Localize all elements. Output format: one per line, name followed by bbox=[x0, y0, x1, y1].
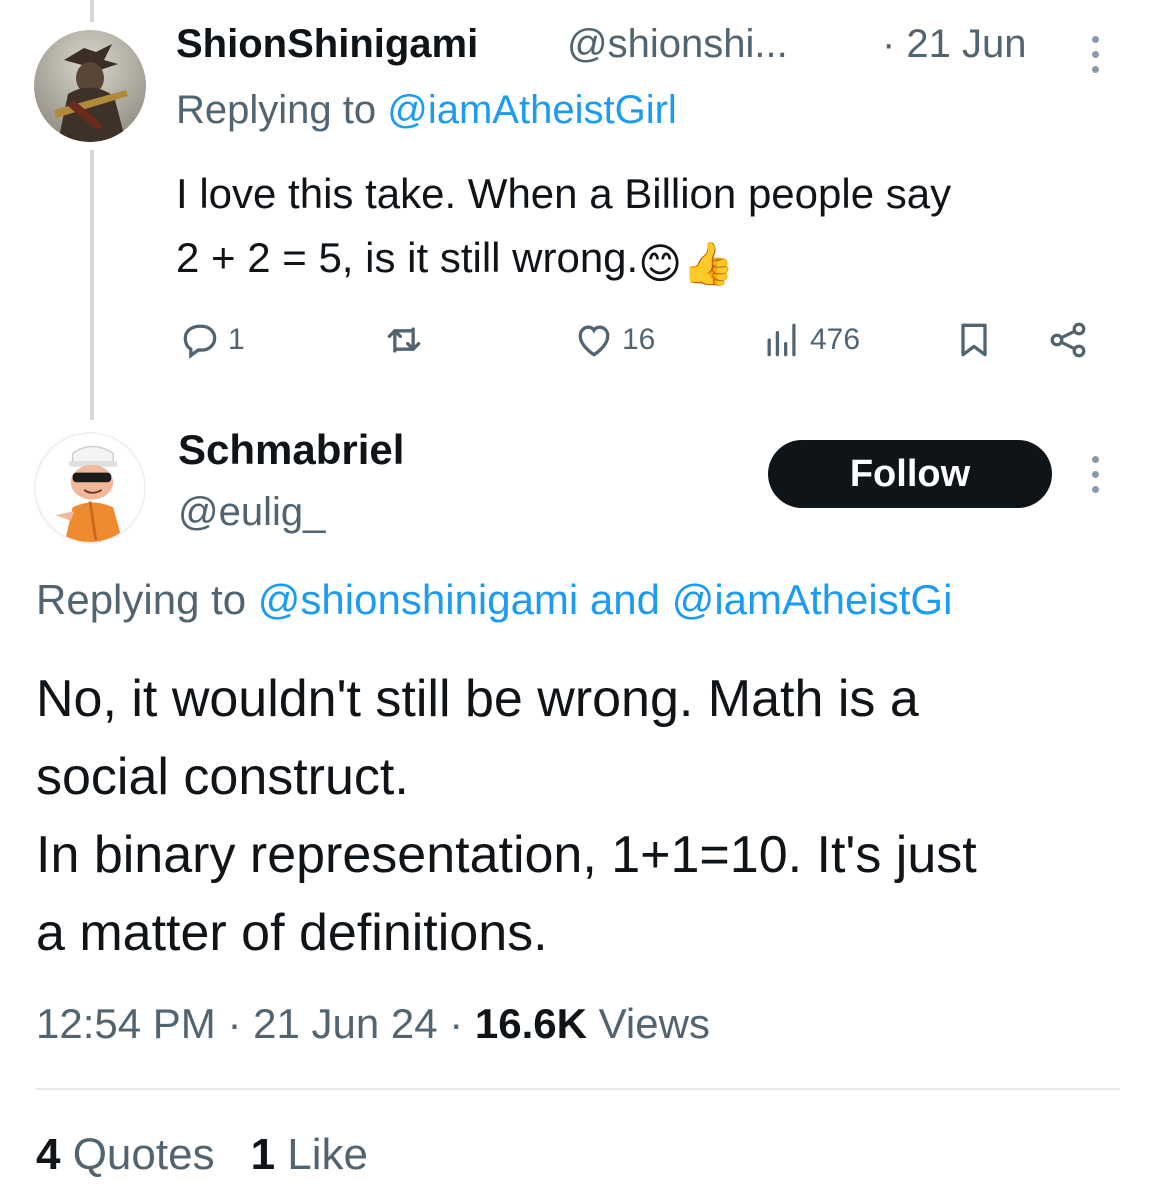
thread-line bbox=[90, 150, 94, 420]
mention-link[interactable]: @iamAtheistGi bbox=[672, 576, 953, 623]
follow-button[interactable]: Follow bbox=[768, 440, 1052, 508]
tweet-text: No, it wouldn't still be wrong. Math is … bbox=[36, 660, 1126, 972]
display-name[interactable]: ShionShinigami bbox=[176, 22, 478, 67]
more-icon[interactable] bbox=[1092, 456, 1099, 493]
views-button[interactable]: 476 bbox=[760, 318, 860, 362]
more-icon[interactable] bbox=[1092, 36, 1099, 73]
user-handle[interactable]: @eulig_ bbox=[178, 490, 325, 535]
reply-icon bbox=[183, 324, 217, 359]
reply-button[interactable]: 1 bbox=[178, 318, 245, 362]
display-name[interactable]: Schmabriel bbox=[178, 426, 404, 474]
tweet-date[interactable]: · 21 Jun bbox=[882, 22, 1027, 67]
tweet-text-line: I love this take. When a Billion people … bbox=[176, 170, 952, 217]
bookmark-icon bbox=[961, 323, 987, 357]
views-icon bbox=[767, 323, 796, 357]
avatar-shionshinigami[interactable] bbox=[34, 30, 146, 142]
tweet-text-line: a matter of definitions. bbox=[36, 904, 548, 962]
heart-icon bbox=[578, 325, 610, 357]
tweet-timestamp[interactable]: 12:54 PM · 21 Jun 24 · bbox=[36, 1000, 475, 1047]
views-label: Views bbox=[587, 1000, 710, 1047]
replying-to: Replying to @iamAtheistGirl bbox=[176, 88, 677, 133]
tweet-text-line: In binary representation, 1+1=10. It's j… bbox=[36, 826, 977, 884]
divider bbox=[36, 1088, 1120, 1090]
retweet-button[interactable] bbox=[382, 318, 432, 362]
tweet-text: I love this take. When a Billion people … bbox=[176, 162, 1136, 296]
tweet-text-line: No, it wouldn't still be wrong. Math is … bbox=[36, 670, 919, 728]
retweet-icon bbox=[387, 327, 421, 353]
like-count: 16 bbox=[622, 323, 656, 356]
reply-count: 1 bbox=[228, 323, 245, 356]
tweet-text-line: 2 + 2 = 5, is it still wrong.😊👍 bbox=[176, 226, 1136, 296]
avatar-schmabriel[interactable] bbox=[34, 432, 146, 544]
views-count: 476 bbox=[810, 323, 861, 356]
like-button[interactable]: 16 bbox=[572, 318, 655, 362]
quotes-label[interactable]: Quotes bbox=[60, 1130, 215, 1179]
tweet-text-segment: 2 + 2 = 5, is it still wrong. bbox=[176, 234, 639, 281]
emoji-group: 😊👍 bbox=[638, 240, 735, 287]
share-icon bbox=[1050, 322, 1086, 358]
replying-prefix: Replying to bbox=[36, 576, 258, 623]
replying-prefix: Replying to bbox=[176, 88, 388, 132]
likes-label[interactable]: Like bbox=[275, 1130, 368, 1179]
user-handle[interactable]: @shionshi... bbox=[567, 22, 788, 67]
mention-link[interactable]: @shionshinigami bbox=[258, 576, 578, 623]
tweet-meta: 12:54 PM · 21 Jun 24 · 16.6K Views bbox=[36, 1000, 710, 1048]
views-count[interactable]: 16.6K bbox=[475, 1000, 587, 1047]
tweet-text-line: social construct. bbox=[36, 748, 409, 806]
likes-count[interactable]: 1 bbox=[251, 1130, 275, 1179]
mention-link[interactable]: @iamAtheistGirl bbox=[387, 88, 677, 132]
replying-and[interactable]: and bbox=[578, 576, 671, 623]
share-button[interactable] bbox=[1046, 318, 1090, 362]
replying-to: Replying to @shionshinigami and @iamAthe… bbox=[36, 576, 952, 624]
thread-line-top bbox=[90, 0, 94, 22]
bookmark-button[interactable] bbox=[952, 318, 996, 362]
engagement-stats: 4 Quotes 1 Like bbox=[36, 1130, 368, 1180]
quotes-count[interactable]: 4 bbox=[36, 1130, 60, 1179]
